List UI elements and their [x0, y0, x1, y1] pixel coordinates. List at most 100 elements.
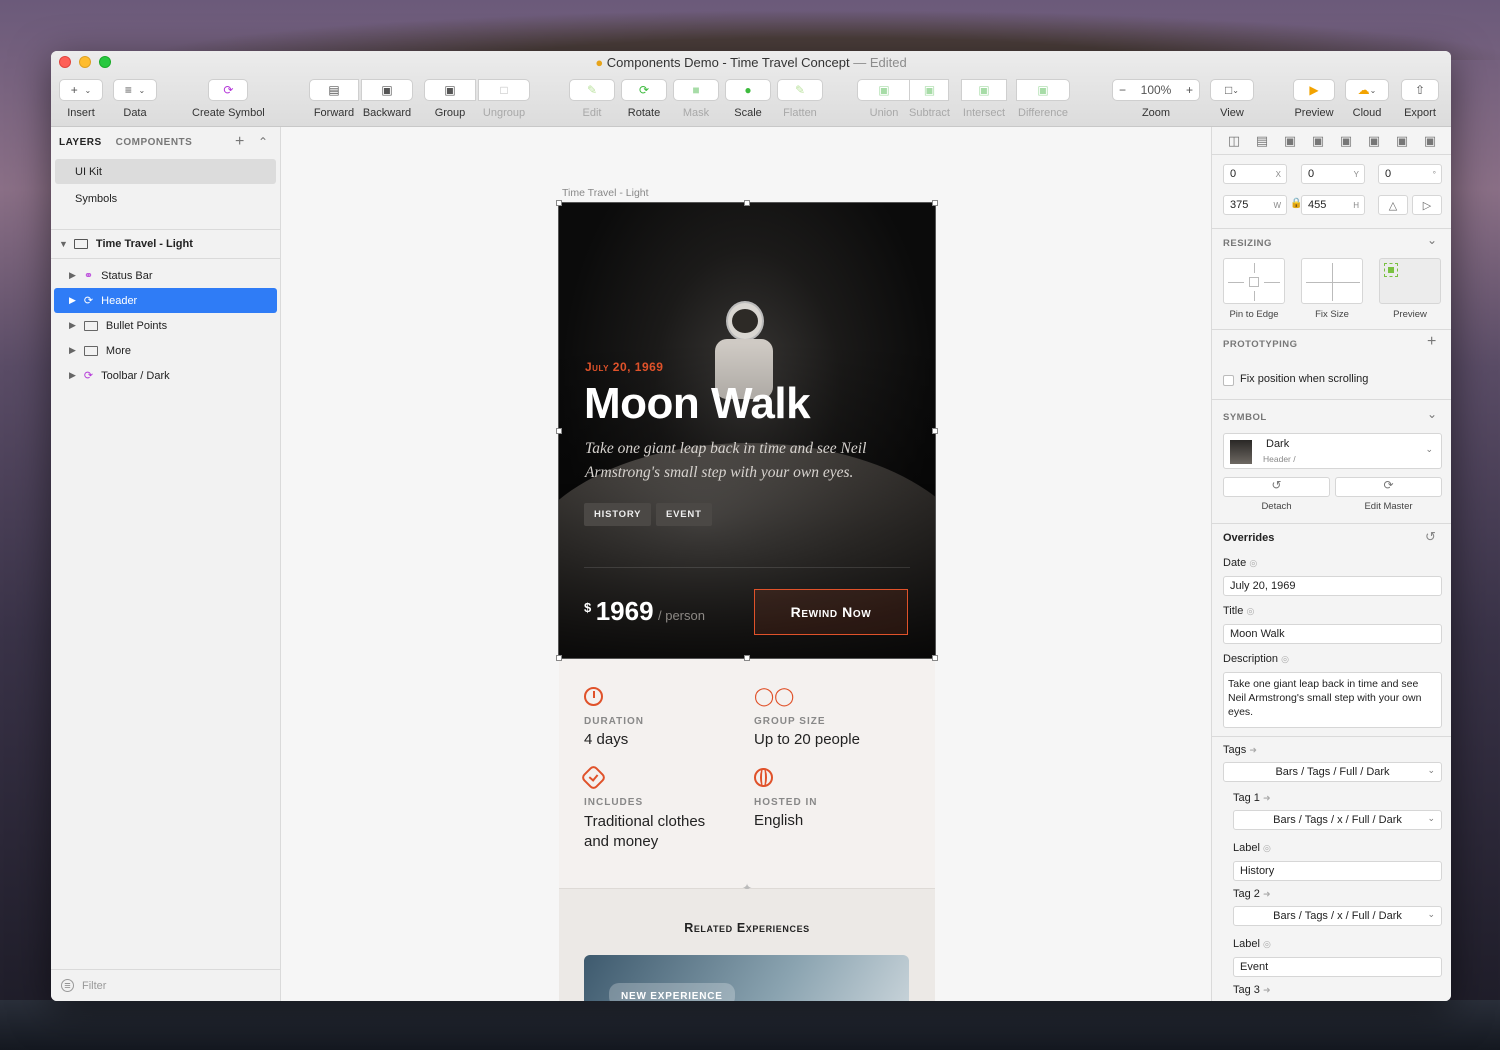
layer-row-more[interactable]: ▶ More	[51, 338, 280, 363]
disclosure-closed-icon[interactable]: ▶	[69, 345, 76, 356]
collapse-icon[interactable]: ⌃	[258, 135, 269, 149]
resize-handle[interactable]	[932, 428, 938, 434]
symbol-selector[interactable]: Dark Header / ⌄	[1223, 433, 1442, 469]
scale-icon[interactable]: ●	[725, 79, 771, 101]
disclosure-closed-icon[interactable]: ▶	[69, 320, 76, 331]
align-right-icon[interactable]: ▣	[1340, 133, 1352, 149]
bullet-hosted-in[interactable]: HOSTED IN English	[754, 768, 817, 829]
disclosure-closed-icon[interactable]: ▶	[69, 370, 76, 381]
width-field[interactable]: 375 W	[1223, 195, 1287, 215]
edit-tool[interactable]: ✎ Edit	[569, 79, 615, 119]
align-top-icon[interactable]: ▣	[1368, 133, 1380, 149]
layer-row-status-bar[interactable]: ▶ ⚭ Status Bar	[51, 263, 280, 288]
zoom-out-icon[interactable]: −	[1119, 83, 1126, 97]
flatten-icon[interactable]: ✎	[777, 79, 823, 101]
rotate-icon[interactable]: ⟳	[621, 79, 667, 101]
union-icon[interactable]: ▣	[857, 79, 911, 101]
scale-tool[interactable]: ● Scale	[725, 79, 771, 119]
align-middle-icon[interactable]: ▣	[1396, 133, 1408, 149]
artboard-row[interactable]: ▼ Time Travel - Light	[51, 230, 280, 258]
difference-icon[interactable]: ▣	[1016, 79, 1070, 101]
flip-horizontal-icon[interactable]: △	[1378, 195, 1408, 215]
cloud-icon[interactable]: ☁ ⌄	[1345, 79, 1389, 101]
resize-handle[interactable]	[932, 655, 938, 661]
flatten-tool[interactable]: ✎ Flatten	[777, 79, 823, 119]
canvas[interactable]: Time Travel - Light July 20, 1969 Moon W…	[282, 127, 1211, 1001]
resize-handle[interactable]	[744, 655, 750, 661]
reset-overrides-icon[interactable]: ↺	[1425, 529, 1436, 545]
fix-size-control[interactable]	[1301, 258, 1363, 304]
edit-master-button[interactable]: ⟳	[1335, 477, 1442, 497]
distribute-horizontal-icon[interactable]: ◫	[1228, 133, 1240, 149]
intersect-tool[interactable]: ▣ Intersect	[961, 79, 1007, 119]
artboard-title[interactable]: Time Travel - Light	[562, 187, 649, 199]
fix-position-checkbox[interactable]	[1223, 375, 1234, 386]
difference-tool[interactable]: ▣ Difference	[1016, 79, 1070, 119]
resize-handle[interactable]	[744, 200, 750, 206]
forward-icon[interactable]: ▤	[309, 79, 359, 101]
detach-button[interactable]: ↺	[1223, 477, 1330, 497]
description-override-input[interactable]: Take one giant leap back in time and see…	[1223, 672, 1442, 728]
label1-override-input[interactable]: History	[1233, 861, 1442, 881]
layers-icon[interactable]: ≡ ⌄	[113, 79, 157, 101]
union-tool[interactable]: ▣ Union	[857, 79, 911, 119]
layer-row-header[interactable]: ▶ ⟳ Header	[54, 288, 277, 313]
resize-handle[interactable]	[556, 200, 562, 206]
mask-icon[interactable]: ■	[673, 79, 719, 101]
layer-row-toolbar[interactable]: ▶ ⟳ Toolbar / Dark	[51, 363, 280, 388]
group-icon[interactable]: ▣	[424, 79, 476, 101]
zoom-in-icon[interactable]: +	[1186, 83, 1193, 97]
align-left-icon[interactable]: ▣	[1284, 133, 1296, 149]
x-field[interactable]: 0X	[1223, 164, 1287, 184]
cloud-tool[interactable]: ☁ ⌄ Cloud	[1345, 79, 1389, 119]
bullet-includes[interactable]: INCLUDES Traditional clothes and money	[580, 764, 734, 852]
intersect-icon[interactable]: ▣	[961, 79, 1007, 101]
create-symbol-tool[interactable]: ⟳ Create Symbol	[192, 79, 265, 119]
resize-handle[interactable]	[556, 428, 562, 434]
layer-row-bullet-points[interactable]: ▶ Bullet Points	[51, 313, 280, 338]
tab-layers[interactable]: LAYERS	[59, 137, 102, 148]
pin-to-edge-control[interactable]	[1223, 258, 1285, 304]
chevron-down-icon[interactable]: ⌄	[1427, 233, 1437, 247]
edit-icon[interactable]: ✎	[569, 79, 615, 101]
artboard[interactable]: July 20, 1969 Moon Walk Take one giant l…	[556, 200, 938, 1001]
align-bottom-icon[interactable]: ▣	[1424, 133, 1436, 149]
filter-input[interactable]: Filter	[82, 980, 106, 992]
mask-tool[interactable]: ■ Mask	[673, 79, 719, 119]
view-icon[interactable]: □ ⌄	[1210, 79, 1254, 101]
chevron-down-icon[interactable]: ⌄	[1427, 407, 1437, 421]
align-center-icon[interactable]: ▣	[1312, 133, 1324, 149]
group-tool[interactable]: ▣ Group	[424, 79, 476, 119]
page-item-ui-kit[interactable]: UI Kit	[55, 159, 276, 184]
backward-icon[interactable]: ▣	[361, 79, 413, 101]
resize-handle[interactable]	[556, 655, 562, 661]
tag1-select[interactable]: Bars / Tags / x / Full / Dark ⌄	[1233, 810, 1442, 830]
bullet-group-size[interactable]: ◯◯ GROUP SIZE Up to 20 people	[754, 687, 860, 749]
symbol-icon[interactable]: ⟳	[208, 79, 249, 101]
related-card[interactable]: NEW EXPERIENCE	[584, 955, 909, 1001]
forward-tool[interactable]: ▤ Forward	[309, 79, 359, 119]
bullet-duration[interactable]: DURATION 4 days	[584, 687, 644, 748]
rotation-field[interactable]: 0 °	[1378, 164, 1442, 184]
view-tool[interactable]: □ ⌄ View	[1210, 79, 1254, 119]
filter-icon[interactable]: ≡	[61, 979, 74, 992]
ungroup-tool[interactable]: □ Ungroup	[478, 79, 530, 119]
data-tool[interactable]: ≡ ⌄ Data	[113, 79, 157, 119]
page-item-symbols[interactable]: Symbols	[51, 186, 280, 211]
backward-tool[interactable]: ▣ Backward	[361, 79, 413, 119]
resize-handle[interactable]	[932, 200, 938, 206]
distribute-vertical-icon[interactable]: ▤	[1256, 133, 1268, 149]
disclosure-closed-icon[interactable]: ▶	[69, 295, 76, 306]
export-tool[interactable]: ⇧ Export	[1401, 79, 1439, 119]
zoom-tool[interactable]: − 100% + Zoom	[1112, 79, 1200, 119]
zoom-control[interactable]: − 100% +	[1112, 79, 1200, 101]
flip-vertical-icon[interactable]: ▷	[1412, 195, 1442, 215]
disclosure-open-icon[interactable]: ▼	[59, 239, 68, 249]
date-override-input[interactable]: July 20, 1969	[1223, 576, 1442, 596]
insert-tool[interactable]: + ⌄ Insert	[59, 79, 103, 119]
play-icon[interactable]: ▶	[1293, 79, 1335, 101]
subtract-tool[interactable]: ▣ Subtract	[909, 79, 950, 119]
chevron-down-icon[interactable]: ⌄	[1425, 444, 1433, 455]
tab-components[interactable]: COMPONENTS	[116, 137, 193, 148]
y-field[interactable]: 0Y	[1301, 164, 1365, 184]
